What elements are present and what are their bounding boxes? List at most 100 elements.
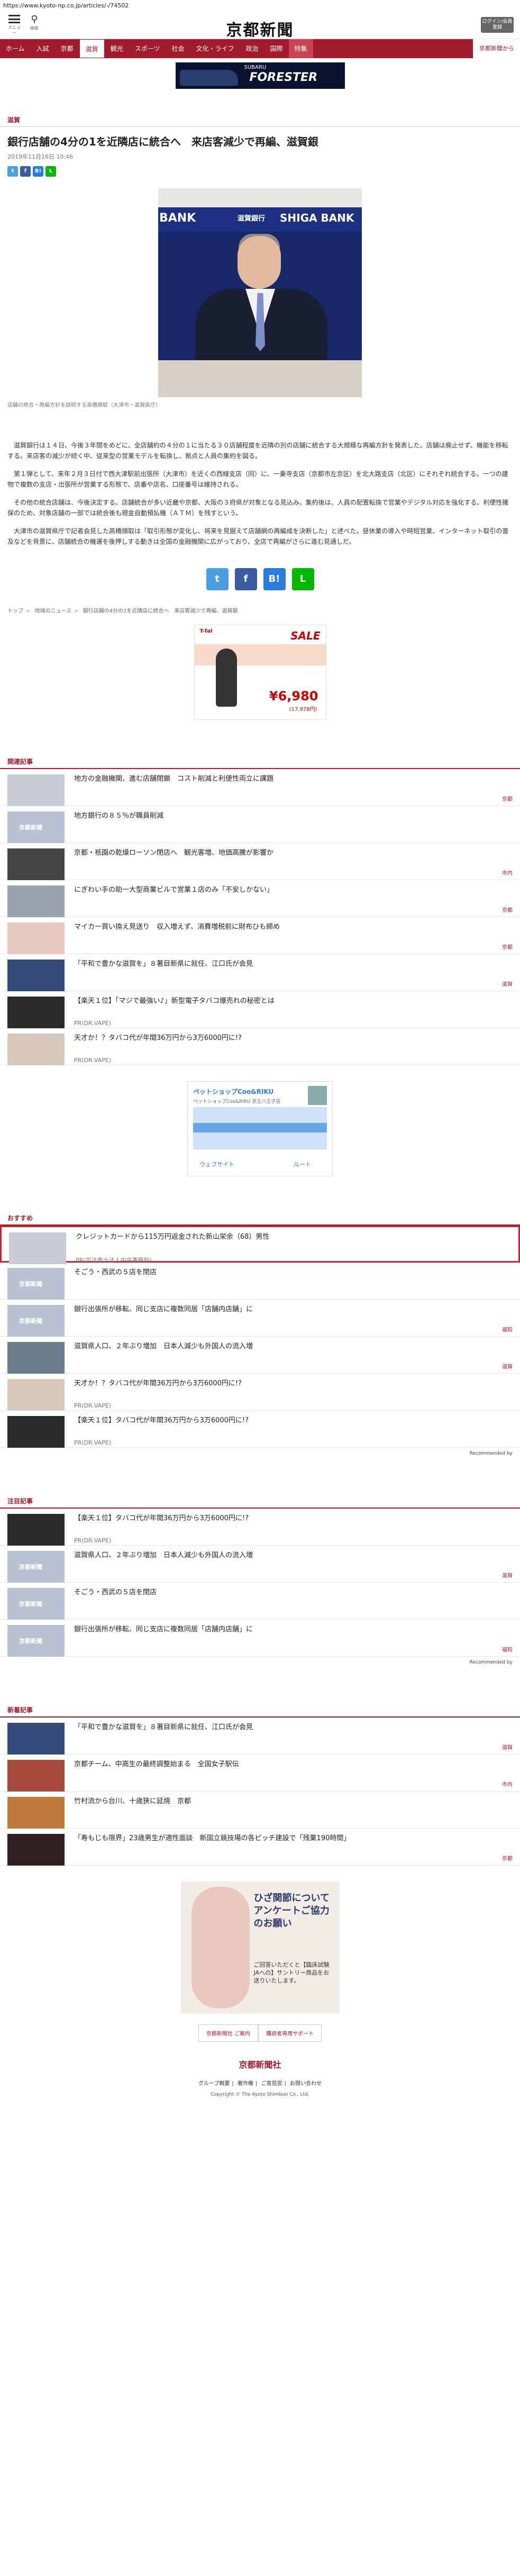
nav-item[interactable]: スポーツ (129, 39, 166, 58)
article-date: 2019年11月16日 10:46 (7, 153, 74, 160)
nav-item[interactable]: 社会 (166, 39, 190, 58)
rectangle-ad[interactable]: T-fal SALE ¥6,980 (17,978円) (194, 625, 326, 720)
list-item[interactable]: 銀行出張所が移転、同じ支店に複数同居「店舗内店舗」に福知 (0, 1620, 520, 1657)
list-item[interactable]: 地方の金融機関、進む店舗閉鎖 コスト削減と利便性両立に課題 京都 (0, 769, 520, 806)
footer-meta-link[interactable]: ご意見窓 (261, 2081, 282, 2087)
site-logo[interactable]: 京都新聞 (0, 17, 520, 40)
article-thumbnail (7, 922, 65, 954)
region-tag[interactable]: 京都 (502, 1854, 513, 1862)
list-item[interactable]: 地方銀行の８５％が職員削減 (0, 806, 520, 843)
region-tag[interactable]: 滋賀 (502, 1571, 513, 1579)
ad-website-button[interactable]: ウェブサイト (199, 1160, 234, 1168)
region-tag[interactable]: 京都 (502, 794, 513, 802)
list-item-info: 京都チーム、中高生の最終調整始まる 全国女子駅伝 (74, 1760, 513, 1786)
region-tag[interactable]: 京都 (502, 906, 513, 914)
footer-meta-link[interactable]: お問い合わせ (290, 2081, 322, 2087)
list-item[interactable]: 「平和で豊かな滋賀を」８著目新県に就任、江口氏が会見 滋賀 (0, 1718, 520, 1755)
nav-item[interactable]: 京都 (55, 39, 79, 58)
ad-brand: T-fal (199, 628, 213, 634)
region-tag[interactable]: 京都 (502, 943, 513, 951)
nav-item[interactable]: 滋賀 (79, 39, 105, 58)
breadcrumb-item[interactable]: トップ (7, 608, 23, 614)
nav-item[interactable]: ホーム (0, 39, 31, 58)
ad-title: ペットショップCoo&RIKU (193, 1088, 274, 1095)
share-row-top: t f B! L (0, 166, 520, 177)
hatena-bookmark-icon[interactable]: B! (33, 166, 43, 177)
footer-link[interactable]: 購読者専用サポート (258, 2024, 322, 2042)
article-title: 京都チーム、中高生の最終調整始まる 全国女子駅伝 (74, 1760, 239, 1768)
article-paragraph: 第１弾として、来年２月３日付で西大津駅前出張所（大津市）を近くの西線支店（同）に… (7, 470, 508, 488)
list-item[interactable]: 【楽天１位】「マジで最強い♪」新型電子タバコ爆売れの秘密とは PR(DR.VAPE… (0, 991, 520, 1028)
list-item[interactable]: 滋賀県人口、２年ぶり増加 日本人減少も外国人の流入増滋賀 (0, 1337, 520, 1374)
twitter-share-icon[interactable]: t (206, 568, 229, 590)
footer-meta-link[interactable]: グループ概要 (198, 2081, 230, 2087)
list-item[interactable]: 京都チーム、中高生の最終調整始まる 全国女子駅伝市内 (0, 1755, 520, 1792)
list-item-info: そごう・西武の５店を閉店 (74, 1268, 513, 1294)
list-item[interactable]: 滋賀県人口、２年ぶり増加 日本人減少も外国人の流入増滋賀 (0, 1546, 520, 1583)
site-header: メニュー ⚲ 検索 京都新聞 ログイン/会員登録 (0, 12, 520, 40)
list-item[interactable]: 【楽天１位】タバコ代が年間36万円から3万6000円に!? PR(DR.VAPE) (0, 1411, 520, 1448)
facebook-share-icon[interactable]: f (234, 568, 257, 590)
breadcrumb-item[interactable]: 地域のニュース (35, 608, 72, 614)
address-bar[interactable]: https://www.kyoto-np.co.jp/articles/-/74… (0, 0, 520, 12)
article-title: 竹村流から台川、十歳狭に延焼 京都 (74, 1797, 191, 1805)
region-tag[interactable]: 福知 (502, 1325, 513, 1333)
list-item[interactable]: そごう・西武の５店を閉店 (0, 1263, 520, 1300)
nav-item[interactable]: 京都新聞から (473, 39, 520, 58)
list-item-info: 【楽天１位】タバコ代が年間36万円から3万6000円に!? PR(DR.VAPE) (74, 1514, 513, 1544)
line-share-icon[interactable]: L (291, 568, 314, 590)
article-title: マイカー買い換え見送り 収入増えず、消費増税前に財布ひも締め (74, 923, 280, 931)
region-tag[interactable]: 滋賀 (502, 980, 513, 988)
ad-map-image (193, 1107, 327, 1149)
list-item[interactable]: 【楽天１位】タバコ代が年間36万円から3万6000円に!? PR(DR.VAPE) (0, 1509, 520, 1546)
region-tag[interactable]: 滋賀 (502, 1743, 513, 1751)
list-item[interactable]: 銀行出張所が移転、同じ支店に複数同居「店舗内店舗」に福知 (0, 1300, 520, 1337)
list-item[interactable]: 京都・祇園の乾燥ローソン閉店へ 観光客増、地価高騰が影響か 市内 (0, 843, 520, 880)
nav-item[interactable]: 観光 (105, 39, 129, 58)
list-item[interactable]: 「寿もじも限界」23歳男生が適性面談 新国立競技場の各ピッチ建設で「残業190時… (0, 1829, 520, 1866)
article-title: クレジットカードから115万円返金された新山栄余（68）男性 (76, 1233, 270, 1241)
hatena-bookmark-icon[interactable]: B! (263, 568, 286, 590)
photo-bank-text-right: SHIGA BANK (280, 212, 354, 224)
share-row-bottom: t f B! L (0, 568, 520, 590)
article-section-label[interactable]: 滋賀 (0, 115, 520, 127)
region-tag[interactable]: 滋賀 (502, 1362, 513, 1370)
nav-item[interactable]: 文化・ライフ (190, 39, 240, 58)
article-thumbnail (7, 1342, 65, 1374)
ad-route-button[interactable]: ルート (294, 1160, 311, 1168)
article-paragraph: 大津市の滋賀県庁で記者会見した高橋頭取は「取引形態が変化し、将来を見据えて店舗網… (7, 527, 509, 545)
article-title: 天才か！？タバコ代が年間36万円から3万6000円に!? (74, 1034, 242, 1042)
article-thumbnail (7, 885, 65, 917)
list-item[interactable]: クレジットカードから115万円返金された新山栄余（68）男性 PR(司法書士法人中… (0, 1226, 520, 1264)
region-tag[interactable]: 市内 (502, 1780, 513, 1788)
related-articles: 関連記事 地方の金融機関、進む店舗閉鎖 コスト削減と利便性両立に課題京都地方銀行… (0, 757, 520, 1065)
list-item[interactable]: 「平和で豊かな滋賀を」８著目新県に就任、江口氏が会見 滋賀 (0, 954, 520, 991)
top-banner-ad[interactable]: SUBARU FORESTER (175, 62, 345, 89)
login-button[interactable]: ログイン/会員登録 (481, 17, 514, 33)
list-item[interactable]: 天才か！？タバコ代が年間36万円から3万6000円に!? PR(DR.VAPE) (0, 1028, 520, 1065)
list-item[interactable]: そごう・西武の５店を閉店 (0, 1583, 520, 1620)
pr-label: PR(DR.VAPE) (74, 1439, 112, 1446)
bottom-ad[interactable]: ひざ関節についてアンケートご協力のお願い ご回答いただくと【臨床試験JAへの】サ… (180, 1881, 340, 2014)
article-paragraph: その他の統合店舗は、今後決定する。店舗統合が多い近畿や京都、大阪の３府県が対象と… (7, 499, 509, 517)
list-item[interactable]: マイカー買い換え見送り 収入増えず、消費増税前に財布ひも締め京都 (0, 917, 520, 954)
footer-link[interactable]: 京都新聞社 ご案内 (198, 2024, 259, 2042)
copyright: Copyright © The Kyoto Shimbun Co., Ltd. (211, 2092, 309, 2097)
twitter-share-icon[interactable]: t (7, 166, 18, 177)
line-share-icon[interactable]: L (45, 166, 56, 177)
list-item[interactable]: にぎわい手の助一大型商業ビルで営業１店のみ「不安しかない」 京都 (0, 880, 520, 917)
list-item-info: 【楽天１位】「マジで最強い♪」新型電子タバコ爆売れの秘密とは PR(DR.VAPE… (74, 997, 513, 1027)
facebook-share-icon[interactable]: f (20, 166, 31, 177)
footer-logo[interactable]: 京都新聞社 (0, 2058, 520, 2070)
nav-item[interactable]: 特集 (288, 39, 313, 58)
region-tag[interactable]: 福知 (502, 1645, 513, 1653)
nav-item[interactable]: 政治 (240, 39, 264, 58)
list-item[interactable]: 天才か！？タバコ代が年間36万円から3万6000円に!? PR(DR.VAPE) (0, 1374, 520, 1411)
list-item[interactable]: 竹村流から台川、十歳狭に延焼 京都 (0, 1792, 520, 1829)
article-thumbnail (7, 848, 65, 880)
nav-item[interactable]: 国際 (264, 39, 289, 58)
map-ad[interactable]: ペットショップCoo&RIKU ペットショップCoo&RIKU 京王八王子店 ウ… (187, 1081, 333, 1176)
region-tag[interactable]: 市内 (502, 869, 513, 876)
footer-meta-link[interactable]: 著作権 (238, 2081, 253, 2087)
nav-item[interactable]: 入試 (31, 39, 55, 58)
